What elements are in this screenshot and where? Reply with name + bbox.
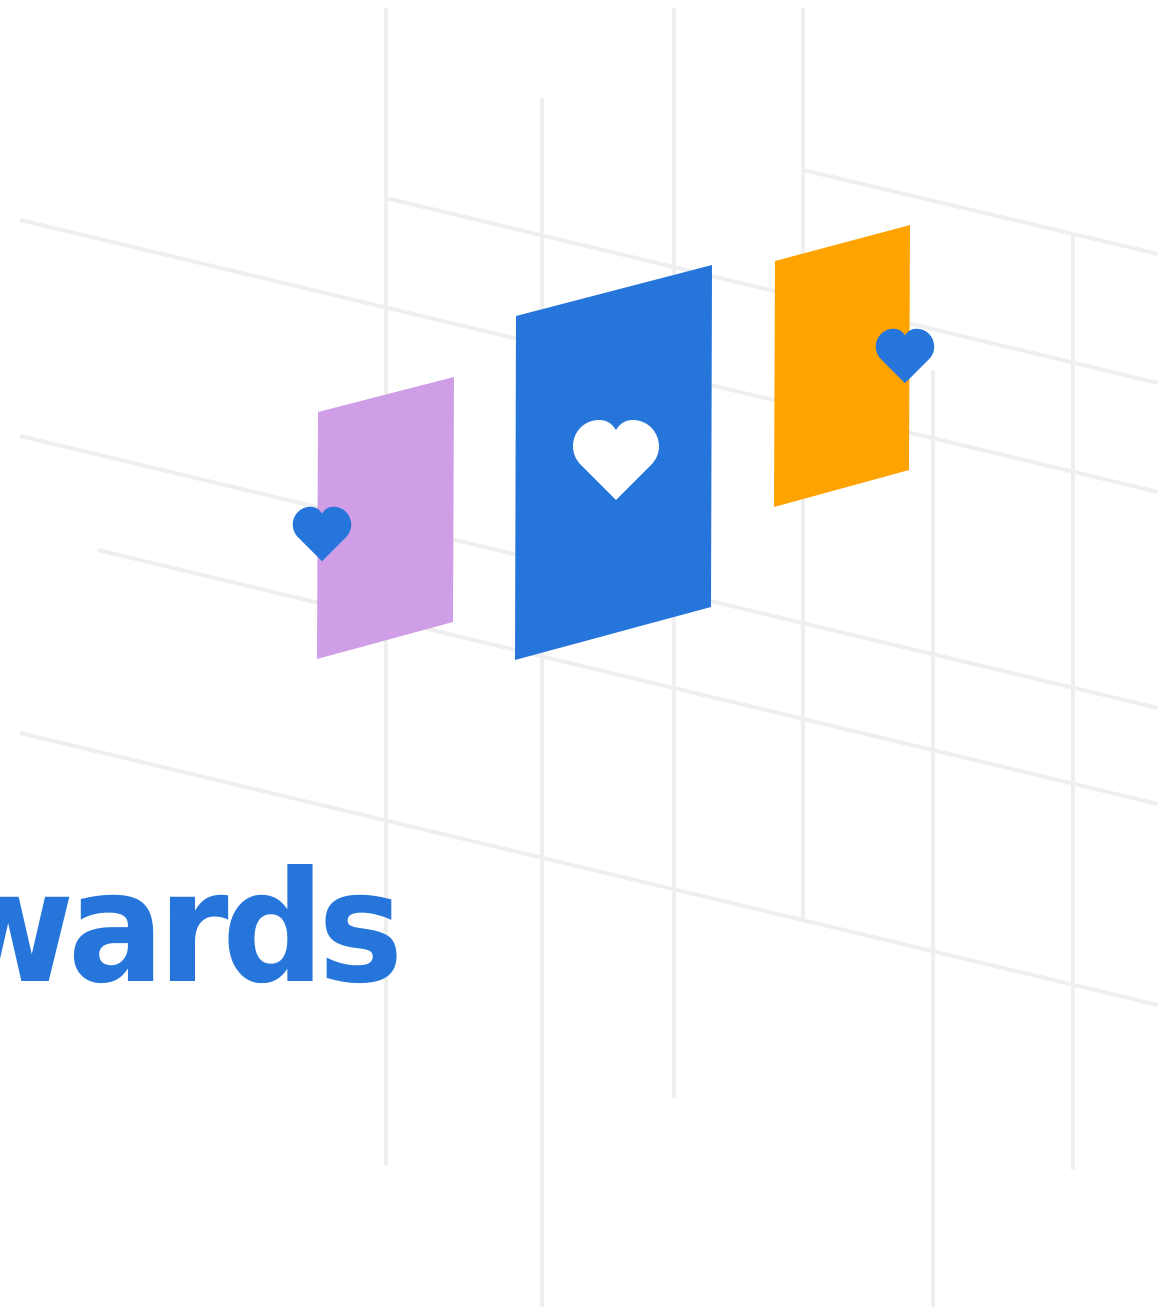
headline-text: wards [0,839,403,1018]
hero-illustration: wards [0,0,1158,1307]
background-grid [19,8,1158,1307]
